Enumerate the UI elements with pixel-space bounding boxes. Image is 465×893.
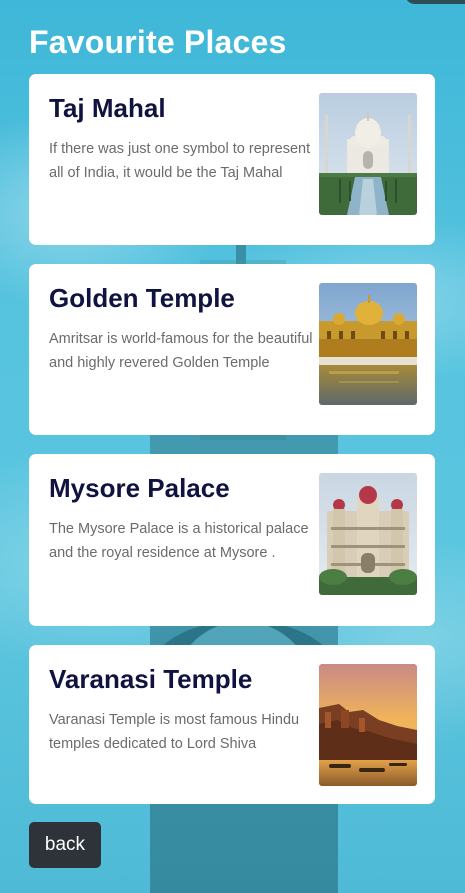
place-description: Amritsar is world-famous for the beautif… (49, 331, 313, 371)
place-description: If there was just one symbol to represen… (49, 141, 311, 181)
place-description: The Mysore Palace is a historical palace… (49, 521, 309, 561)
page-title: Favourite Places (29, 24, 287, 60)
place-card-varanasi-temple[interactable]: Varanasi Temple Varanasi Temple is most … (29, 645, 435, 804)
corner-decoration (405, 0, 465, 4)
place-title: Mysore Palace (49, 473, 230, 503)
place-card-golden-temple[interactable]: Golden Temple Amritsar is world-famous f… (29, 264, 435, 435)
place-description: Varanasi Temple is most famous Hindu tem… (49, 712, 300, 752)
varanasi-ghats-photo (319, 664, 417, 786)
place-card-mysore-palace[interactable]: Mysore Palace The Mysore Palace is a his… (29, 454, 435, 626)
golden-temple-photo (319, 283, 417, 405)
taj-mahal-photo (319, 93, 417, 215)
place-title: Varanasi Temple (49, 664, 253, 694)
place-card-taj-mahal[interactable]: Taj Mahal If there was just one symbol t… (29, 74, 435, 245)
place-title: Golden Temple (49, 283, 235, 313)
mysore-palace-photo (319, 473, 417, 595)
back-button[interactable]: back (29, 822, 101, 868)
place-title: Taj Mahal (49, 93, 166, 123)
